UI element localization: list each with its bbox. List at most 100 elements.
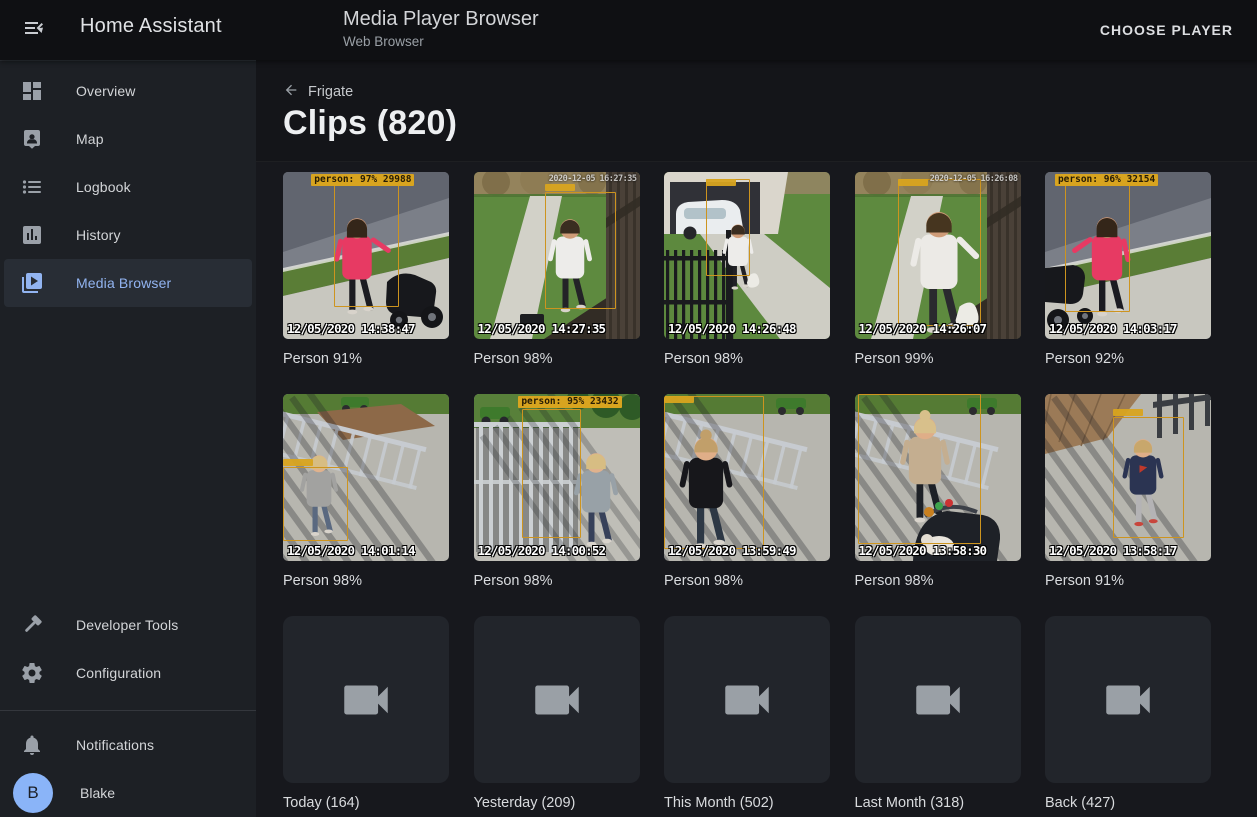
folder-tile[interactable] [283, 616, 449, 783]
app-title: Home Assistant [80, 15, 222, 38]
video-icon [909, 671, 967, 729]
devtools-icon [20, 613, 44, 637]
sidebar-item-media-browser[interactable]: Media Browser [4, 259, 252, 307]
sidebar: Overview Map Logbook History Media Browser D… [0, 60, 256, 817]
clip-label: Person 99% [855, 349, 1021, 369]
detection-bbox [545, 192, 616, 309]
sidebar-item-label: Logbook [76, 179, 131, 195]
breadcrumb-back[interactable]: Frigate [283, 82, 353, 102]
clip-item[interactable]: 12/05/2020 13:58:17 Person 91% [1045, 394, 1211, 591]
clip-timestamp: 12/05/2020 14:03:17 [1049, 321, 1177, 336]
clip-label: Person 98% [664, 349, 830, 369]
media-folder-item[interactable]: Yesterday (209) [474, 616, 640, 813]
media-folder-item[interactable]: Last Month (318) [855, 616, 1021, 813]
logbook-icon [20, 175, 44, 199]
history-icon [20, 223, 44, 247]
folder-tile[interactable] [474, 616, 640, 783]
sidebar-item-developer-tools[interactable]: Developer Tools [4, 601, 252, 649]
clip-thumbnail[interactable]: 12/05/2020 13:58:30 [855, 394, 1021, 561]
clip-thumbnail[interactable]: 12/05/2020 14:26:48 [664, 172, 830, 339]
clip-label: Person 91% [283, 349, 449, 369]
sidebar-item-history[interactable]: History [4, 211, 252, 259]
folder-tile[interactable] [1045, 616, 1211, 783]
sidebar-item-notifications[interactable]: Notifications [4, 721, 252, 769]
map-icon [20, 127, 44, 151]
detection-bbox [664, 396, 764, 550]
clip-item[interactable]: person: 97% 2998812/05/2020 14:38:47 Pers… [283, 172, 449, 369]
media-folder-item[interactable]: Today (164) [283, 616, 449, 813]
folder-tile[interactable] [664, 616, 830, 783]
clip-thumbnail[interactable]: 2020-12-05 16:27:3512/05/2020 14:27:35 [474, 172, 640, 339]
clip-item[interactable]: 12/05/2020 14:26:48 Person 98% [664, 172, 830, 369]
detection-label: person: 97% 29988 [311, 174, 414, 186]
video-icon [1099, 671, 1157, 729]
clip-timestamp: 12/05/2020 14:00:52 [478, 543, 606, 558]
folder-label: Last Month (318) [855, 793, 1021, 813]
detection-label-small [706, 179, 736, 186]
sidebar-item-overview[interactable]: Overview [4, 67, 252, 115]
clip-thumbnail[interactable]: person: 95% 2343212/05/2020 14:00:52 [474, 394, 640, 561]
media-icon [20, 271, 44, 295]
sidebar-bottom-items: Developer Tools Configuration [0, 601, 256, 697]
sidebar-item-label: Developer Tools [76, 617, 178, 633]
clip-thumbnail[interactable]: 2020-12-05 16:26:0812/05/2020 14:26:07 [855, 172, 1021, 339]
detection-bbox [283, 467, 348, 540]
clip-item[interactable]: person: 95% 2343212/05/2020 14:00:52 Pers… [474, 394, 640, 591]
choose-player-button[interactable]: CHOOSE PLAYER [1094, 0, 1239, 60]
clip-label: Person 98% [855, 571, 1021, 591]
bell-icon [20, 733, 44, 757]
clip-item[interactable]: 12/05/2020 13:59:49Person 98% [664, 394, 830, 591]
detection-label-small [283, 459, 313, 466]
clip-label: Person 92% [1045, 349, 1211, 369]
clip-thumbnail[interactable]: 12/05/2020 13:59:49 [664, 394, 830, 561]
clip-thumbnail[interactable]: person: 96% 3215412/05/2020 14:03:17 [1045, 172, 1211, 339]
detection-bbox [858, 394, 981, 544]
clip-label: Person 98% [474, 571, 640, 591]
avatar: B [13, 773, 53, 813]
video-icon [718, 671, 776, 729]
sidebar-main-items: Overview Map Logbook History Media Browser [0, 67, 256, 307]
clip-thumbnail[interactable]: person: 97% 2998812/05/2020 14:38:47 [283, 172, 449, 339]
app-header: Home Assistant Media Player Browser Web … [0, 0, 1257, 60]
media-folder-item[interactable]: Back (427) [1045, 616, 1211, 813]
page-head: Media Player Browser Web Browser [343, 7, 539, 51]
clip-item[interactable]: 2020-12-05 16:27:3512/05/2020 14:27:35Pe… [474, 172, 640, 369]
sidebar-item-configuration[interactable]: Configuration [4, 649, 252, 697]
sidebar-item-label: Notifications [76, 737, 154, 753]
media-folder-item[interactable]: This Month (502) [664, 616, 830, 813]
detection-bbox [1065, 185, 1130, 312]
clip-item[interactable]: person: 96% 3215412/05/2020 14:03:17 Pers… [1045, 172, 1211, 369]
config-icon [20, 661, 44, 685]
dashboard-icon [20, 79, 44, 103]
sidebar-item-label: History [76, 227, 121, 243]
menu-toggle-button[interactable] [16, 12, 52, 48]
clip-item[interactable]: 12/05/2020 14:01:14Person 98% [283, 394, 449, 591]
app-root: Home Assistant Media Player Browser Web … [0, 0, 1257, 817]
sidebar-item-label: Overview [76, 83, 136, 99]
folder-label: This Month (502) [664, 793, 830, 813]
section-title: Clips (820) [283, 104, 457, 143]
clip-item[interactable]: 12/05/2020 13:58:30 Person 98% [855, 394, 1021, 591]
detection-label-small [1113, 409, 1143, 416]
clip-label: Person 91% [1045, 571, 1211, 591]
detection-label-small [898, 179, 928, 186]
user-name: Blake [80, 785, 115, 801]
clip-item[interactable]: 2020-12-05 16:26:0812/05/2020 14:26:07 Pe… [855, 172, 1021, 369]
sidebar-item-profile[interactable]: B Blake [4, 769, 252, 817]
detection-bbox [706, 179, 751, 276]
detection-bbox [522, 409, 582, 538]
folder-tile[interactable] [855, 616, 1021, 783]
sidebar-item-map[interactable]: Map [4, 115, 252, 163]
menu-open-icon [22, 16, 46, 45]
clip-timestamp: 12/05/2020 14:26:48 [668, 321, 796, 336]
video-icon [528, 671, 586, 729]
detection-label-small [545, 184, 575, 191]
media-grid: person: 97% 2998812/05/2020 14:38:47 Pers… [283, 172, 1211, 813]
folder-label: Yesterday (209) [474, 793, 640, 813]
sidebar-item-logbook[interactable]: Logbook [4, 163, 252, 211]
clip-thumbnail[interactable]: 12/05/2020 13:58:17 [1045, 394, 1211, 561]
clip-thumbnail[interactable]: 12/05/2020 14:01:14 [283, 394, 449, 561]
detection-bbox [898, 179, 981, 326]
sidebar-divider [0, 710, 256, 711]
camera-osd-timestamp: 2020-12-05 16:27:35 [549, 174, 637, 184]
